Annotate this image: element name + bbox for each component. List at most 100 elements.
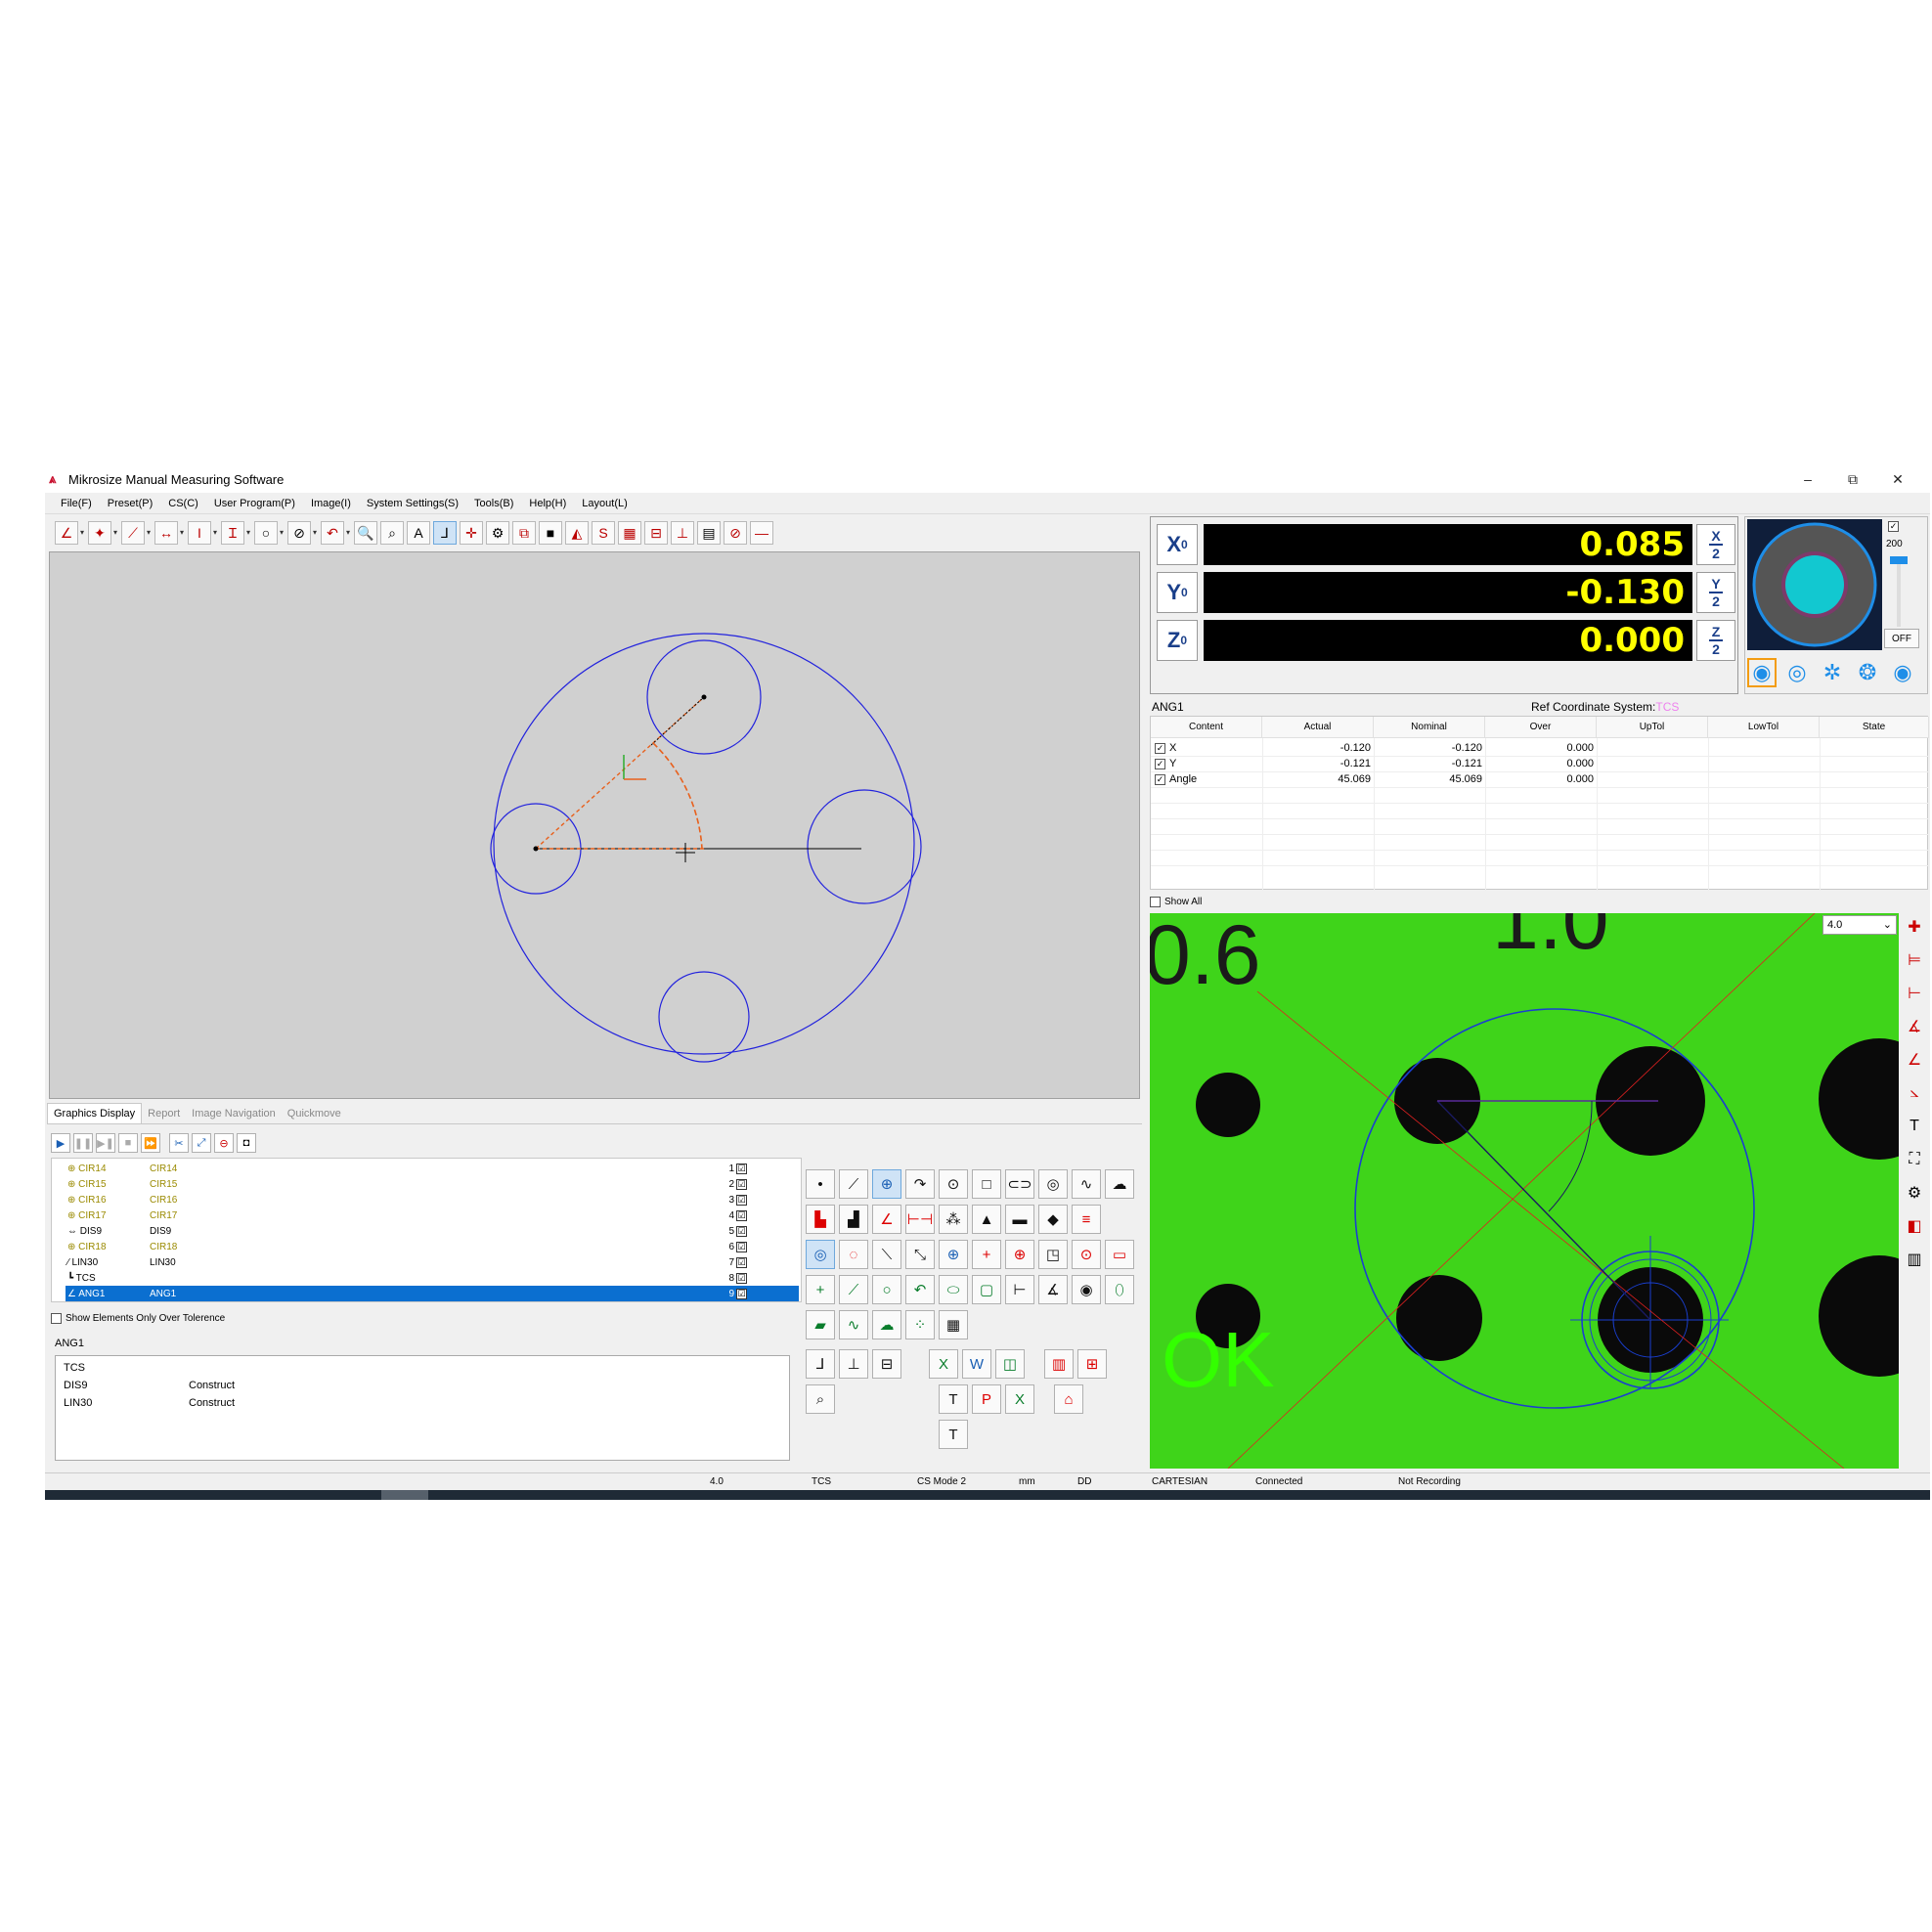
auto-circle-icon[interactable]: ◎ [806,1240,835,1269]
row-checkbox[interactable]: ✓ [1155,758,1165,769]
hatch-lines-icon[interactable]: ≡ [1072,1205,1101,1234]
curve-icon[interactable]: ∿ [1072,1169,1101,1199]
element-visible-checkbox[interactable]: ☑ [736,1194,747,1206]
bracket-icon[interactable]: ⊥ [671,521,694,545]
light-slider-handle[interactable] [1890,556,1908,564]
x-zero-button[interactable]: X0 [1157,524,1198,565]
ellipse-icon[interactable]: ⊙ [939,1169,968,1199]
stop-icon[interactable]: ■ [118,1133,138,1153]
height-gauge-icon[interactable]: ▙ [806,1205,835,1234]
ring-icon[interactable]: ◎ [1038,1169,1068,1199]
zoom-select[interactable]: 4.0 ⌄ [1822,915,1897,935]
element-visible-checkbox[interactable]: ☑ [736,1256,747,1268]
step-icon[interactable]: ▶❚ [96,1133,115,1153]
element-list[interactable]: ⊕ CIR14 CIR14 1 ☑ ⊕ CIR15 CIR15 2 ☑ ⊕ CI… [51,1158,802,1302]
construct-rect-icon[interactable]: ▢ [972,1275,1001,1304]
origin-search-icon[interactable]: ⌕ [806,1384,835,1414]
list-item[interactable]: ┗ TCS 8 ☑ [66,1270,799,1286]
layers-icon[interactable]: ⧉ [512,521,536,545]
table-row[interactable]: ✓ Y -0.121 -0.121 0.000 [1155,756,1927,771]
construct-freeform-icon[interactable]: ☁ [872,1310,901,1339]
cross-icon[interactable]: + [972,1240,1001,1269]
width-icon[interactable]: ⊢⊣ [905,1205,935,1234]
width-measure-icon[interactable]: ⊢ [1901,980,1928,1007]
tab-quickmove[interactable]: Quickmove [282,1104,347,1123]
ruler-icon[interactable]: ⊨ [1901,946,1928,974]
menu-system-settings[interactable]: System Settings(S) [359,498,466,509]
quad-light-icon[interactable]: ❂ [1853,658,1882,687]
close-button[interactable]: ✕ [1875,465,1920,493]
export-txt2-icon[interactable]: T [939,1420,968,1449]
line-icon[interactable]: ⟋ [839,1169,868,1199]
slot-icon[interactable]: ⊂⊃ [1005,1169,1034,1199]
arc-icon[interactable]: ↷ [905,1169,935,1199]
settings-gear-icon[interactable]: ⚙ [486,521,509,545]
construct-curve-icon[interactable]: ∿ [839,1310,868,1339]
menu-help[interactable]: Help(H) [521,498,574,509]
menu-user-program[interactable]: User Program(P) [206,498,303,509]
construct-line-icon[interactable]: ⟋ [839,1275,868,1304]
show-over-tolerance-checkbox[interactable] [51,1312,62,1324]
element-visible-checkbox[interactable]: ☑ [736,1288,747,1299]
element-visible-checkbox[interactable]: ☑ [736,1209,747,1221]
export-word-icon[interactable]: W [962,1349,991,1379]
peak-icon[interactable]: ◆ [1038,1205,1068,1234]
center-point-icon[interactable]: ⊙ [1072,1240,1101,1269]
construct-cloud-icon[interactable]: ⁘ [905,1310,935,1339]
element-visible-checkbox[interactable]: ☑ [736,1163,747,1174]
camera-view[interactable]: 0.6 1.0 OK 4.0 ⌄ [1150,913,1899,1469]
show-all[interactable]: Show All [1150,894,1202,909]
color-bars-icon[interactable]: ▥ [1044,1349,1074,1379]
home-icon[interactable]: ⌂ [1054,1384,1083,1414]
list-item[interactable]: ⊕ CIR14 CIR14 1 ☑ [66,1161,799,1176]
angle-tool-icon[interactable]: ∠ [55,521,84,545]
light-enable-checkbox[interactable]: ✓ [1888,521,1899,532]
pause-icon[interactable]: ❚❚ [73,1133,93,1153]
row-checkbox[interactable]: ✓ [1155,773,1165,785]
line-measure-icon[interactable]: — [750,521,773,545]
step-icon[interactable]: ▟ [839,1205,868,1234]
s-label-icon[interactable]: S [592,521,615,545]
manual-edge-icon[interactable]: ⟍ [872,1240,901,1269]
export-pdf-icon[interactable]: P [972,1384,1001,1414]
x-half-button[interactable]: X2 [1696,524,1735,565]
angle-construct-icon[interactable]: ∠ [872,1205,901,1234]
line-tool-icon[interactable]: ⟋ [121,521,151,545]
target-icon[interactable]: ⊕ [1005,1240,1034,1269]
list-item[interactable]: ⊕ CIR17 CIR17 4 ☑ [66,1208,799,1223]
crosshair-select-icon[interactable]: ⊞ [1077,1349,1107,1379]
angle-line-icon[interactable]: ∠ [1901,1046,1928,1074]
construct-circle-icon[interactable]: ○ [872,1275,901,1304]
xyz-icon[interactable]: ⤢ [192,1133,211,1153]
hatch-icon[interactable]: ▤ [697,521,721,545]
y-zero-button[interactable]: Y0 [1157,572,1198,613]
circle-tool-icon[interactable]: ○ [254,521,284,545]
table-row[interactable]: ✓ Angle 45.069 45.069 0.000 [1155,771,1927,787]
element-visible-checkbox[interactable]: ☑ [736,1272,747,1284]
tab-graphics-display[interactable]: Graphics Display [47,1103,143,1123]
fullscreen-icon[interactable]: ⛶ [1901,1146,1928,1173]
box-icon[interactable]: ▭ [1105,1240,1134,1269]
crosshair-tool-icon[interactable]: ✛ [460,521,483,545]
construct-slot-icon[interactable]: ⬯ [1105,1275,1134,1304]
construct-plane-icon[interactable]: ▰ [806,1310,835,1339]
calculator-icon[interactable]: ▦ [939,1310,968,1339]
list-item[interactable]: ⇔ DIS9 DIS9 5 ☑ [66,1223,799,1239]
circle-center-icon[interactable]: ⊕ [872,1169,901,1199]
restore-button[interactable]: ⧉ [1830,465,1875,493]
fill-icon[interactable]: ■ [539,521,562,545]
construct-ellipse-icon[interactable]: ⬭ [939,1275,968,1304]
show-over-tolerance[interactable]: Show Elements Only Over Tolerence [51,1310,225,1326]
element-visible-checkbox[interactable]: ☑ [736,1241,747,1252]
play-icon[interactable]: ▶ [51,1133,70,1153]
row-checkbox[interactable]: ✓ [1155,742,1165,754]
angle-measure-icon[interactable]: ∡ [1901,1013,1928,1040]
construct-distance-icon[interactable]: ⊢ [1005,1275,1034,1304]
list-item[interactable]: ⊕ CIR16 CIR16 3 ☑ [66,1192,799,1208]
camera-settings-icon[interactable]: ⚙ [1901,1179,1928,1207]
export-excel-icon[interactable]: X [929,1349,958,1379]
point-tool-icon[interactable]: ✦ [88,521,117,545]
text-tool-icon[interactable]: A [407,521,430,545]
y-half-button[interactable]: Y2 [1696,572,1735,613]
delete-icon[interactable]: ⊖ [214,1133,234,1153]
